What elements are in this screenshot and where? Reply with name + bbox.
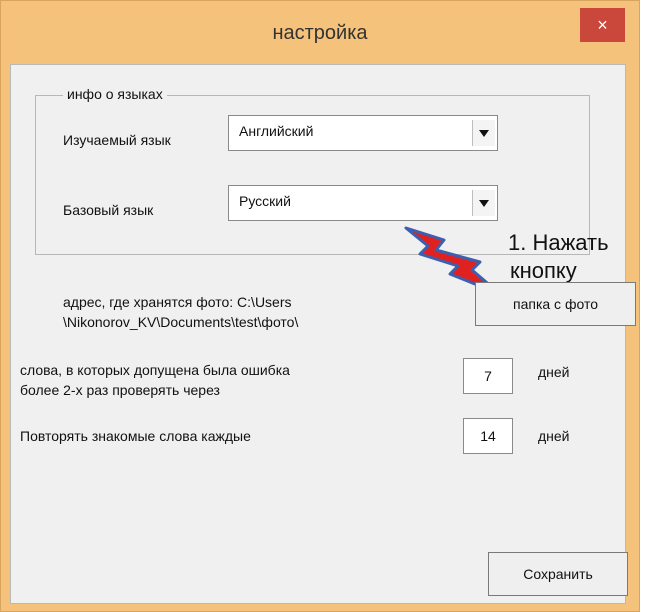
title-bar: настройка × [0, 0, 640, 64]
window-title: настройка [272, 22, 368, 44]
repeat-words-label: Повторять знакомые слова каждые [20, 428, 251, 444]
photo-path-line1: адрес, где хранятся фото: C:\Users [63, 294, 292, 310]
settings-window: настройка × инфо о языках Изучаемый язык… [0, 0, 654, 612]
error-words-label-line2: более 2-х раз проверять через [20, 382, 220, 398]
chevron-down-icon [479, 199, 489, 207]
base-language-select[interactable]: Русский [228, 185, 498, 221]
save-button[interactable]: Сохранить [488, 552, 628, 596]
base-language-dropdown-button[interactable] [472, 190, 495, 216]
studied-language-value: Английский [239, 123, 314, 139]
repeat-days-value: 14 [480, 428, 496, 444]
studied-language-label: Изучаемый язык [63, 132, 171, 148]
close-icon: × [597, 15, 608, 35]
studied-language-select[interactable]: Английский [228, 115, 498, 151]
close-button[interactable]: × [580, 8, 625, 42]
error-days-unit: дней [538, 364, 570, 380]
chevron-down-icon [479, 129, 489, 137]
base-language-value: Русский [239, 193, 291, 209]
annotation-line2: кнопку [510, 258, 577, 283]
photo-folder-button[interactable]: папка с фото [475, 282, 636, 326]
languages-group-title: инфо о языках [63, 86, 167, 102]
repeat-days-unit: дней [538, 428, 570, 444]
error-days-input[interactable]: 7 [463, 358, 513, 394]
photo-path-line2: \Nikonorov_KV\Documents\test\фото\ [63, 314, 299, 330]
annotation-line1: 1. Нажать [508, 230, 609, 255]
error-days-value: 7 [484, 368, 492, 384]
studied-language-dropdown-button[interactable] [472, 120, 495, 146]
error-words-label-line1: слова, в которых допущена была ошибка [20, 362, 290, 378]
base-language-label: Базовый язык [63, 202, 154, 218]
repeat-days-input[interactable]: 14 [463, 418, 513, 454]
